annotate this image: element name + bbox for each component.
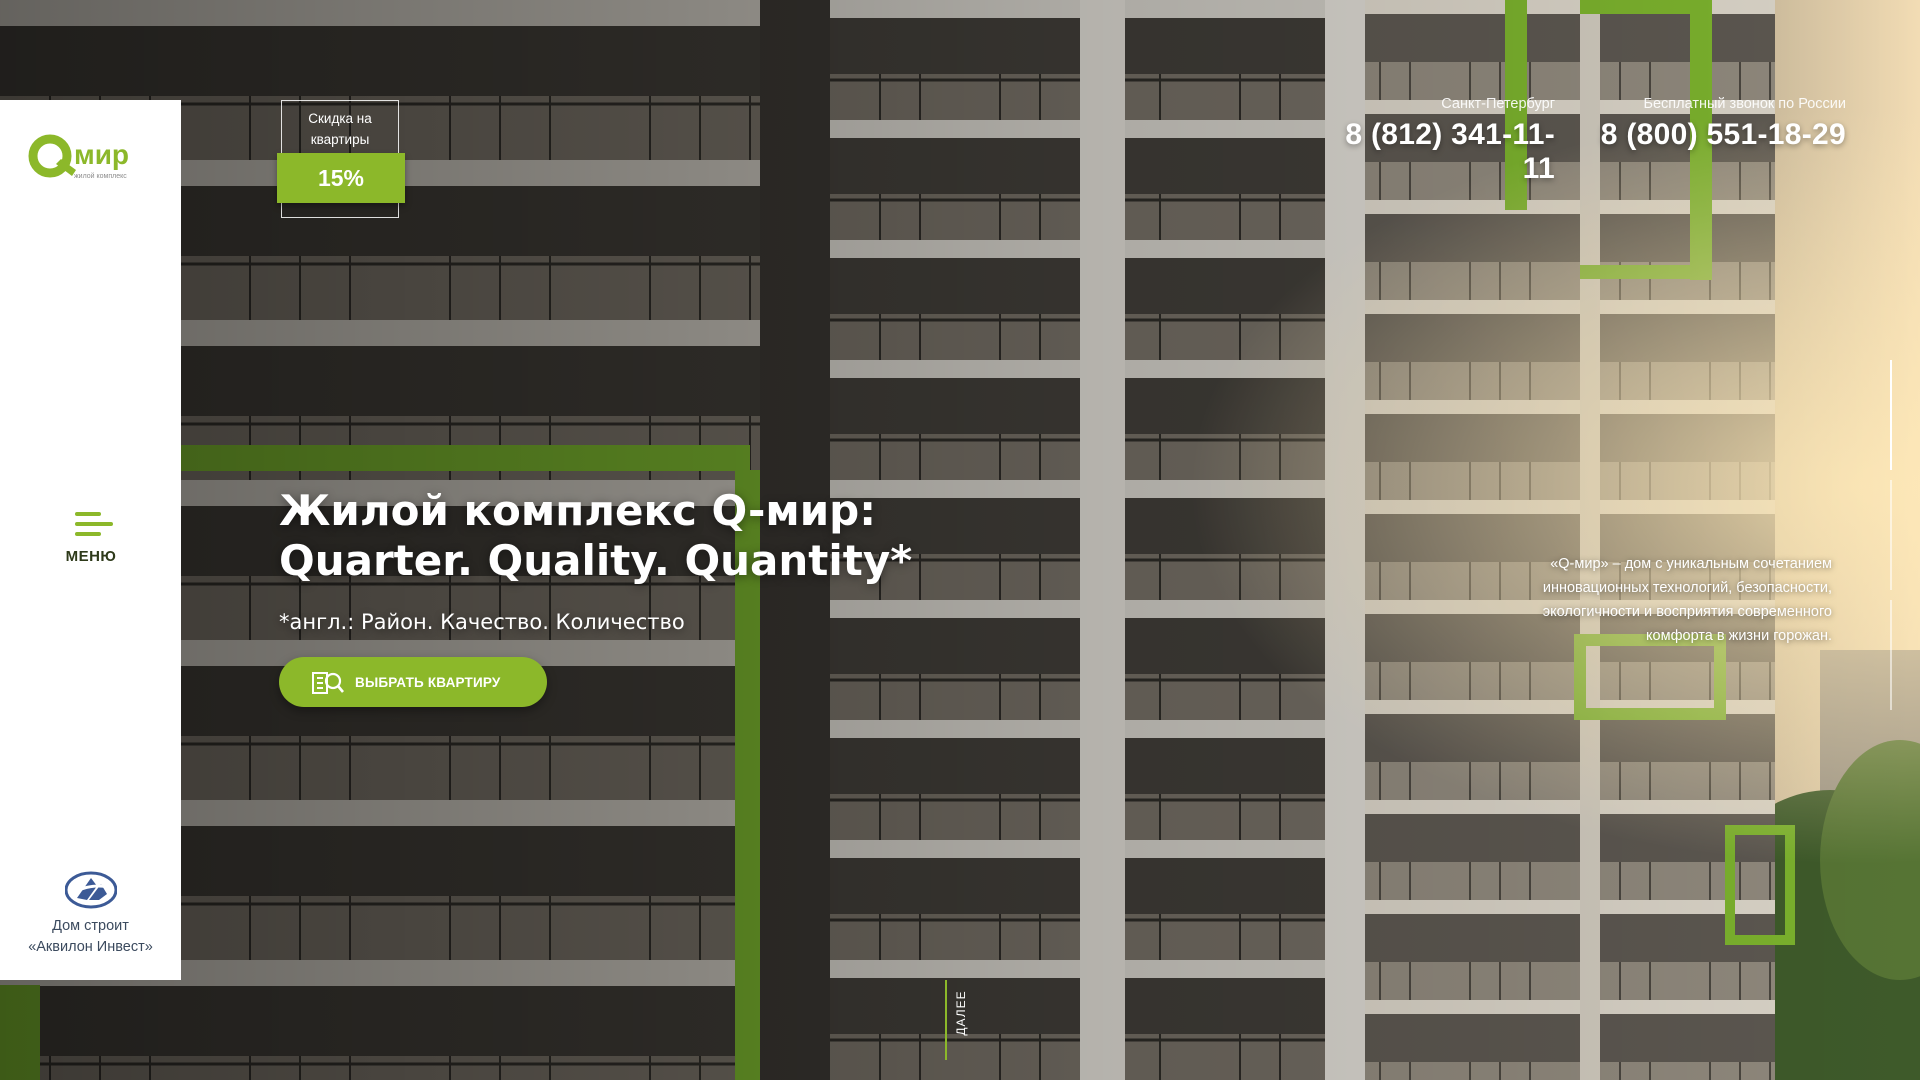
discount-value: 15% [277, 153, 405, 203]
scroll-next[interactable]: ДАЛЕЕ [945, 980, 975, 1080]
title-line-2: Quarter. Quality. Quantity* [279, 536, 913, 585]
builder-text-line2: «Аквилон Инвест» [28, 939, 153, 955]
q-mir-logo-icon: мир жилой комплекс [28, 134, 129, 180]
discount-badge[interactable]: Скидка на квартиры 15% [277, 100, 405, 218]
builder-credit[interactable]: Дом строит «Аквилон Инвест» [0, 870, 181, 958]
description-line-1: «Q-мир» – дом с уникальным сочетанием [1550, 556, 1832, 572]
hamburger-icon [71, 510, 113, 540]
pager-segment-2[interactable] [1890, 480, 1892, 590]
discount-label: Скидка на квартиры [308, 111, 372, 147]
phone-number[interactable]: 8 (812) 341-11-11 [1335, 118, 1555, 186]
pager-segment-1[interactable] [1890, 360, 1892, 470]
phone-number[interactable]: 8 (800) 551-18-29 [1600, 118, 1846, 152]
phone-spb[interactable]: Санкт-Петербург 8 (812) 341-11-11 [1335, 96, 1555, 186]
description-line-2: инновационных технологий, безопасности, [1542, 580, 1832, 596]
choose-apartment-label: ВЫБРАТЬ КВАРТИРУ [355, 674, 501, 690]
menu-button[interactable]: МЕНЮ [48, 510, 134, 580]
phone-city-label: Бесплатный звонок по России [1643, 96, 1846, 112]
title-line-1: Жилой комплекс Q-мир: [279, 486, 877, 535]
akvilon-invest-logo-icon [64, 871, 117, 909]
description-line-4: комфорта в жизни горожан. [1646, 628, 1832, 644]
scroll-next-label: ДАЛЕЕ [954, 990, 968, 1036]
page-title: Жилой комплекс Q-мир: Quarter. Quality. … [279, 486, 979, 586]
choose-apartment-button[interactable]: ВЫБРАТЬ КВАРТИРУ [279, 657, 547, 707]
phone-free-russia[interactable]: Бесплатный звонок по России 8 (800) 551-… [1600, 96, 1846, 152]
builder-text-line1: Дом строит [52, 918, 129, 934]
hero: Жилой комплекс Q-мир: Quarter. Quality. … [279, 486, 979, 707]
slide-pager [1890, 360, 1894, 710]
logo-tagline: жилой комплекс [74, 172, 127, 180]
phone-city-label: Санкт-Петербург [1441, 96, 1555, 112]
page-subtitle: *англ.: Район. Качество. Количество [279, 610, 685, 634]
logo-text: мир [74, 139, 129, 170]
description-line-3: экологичности и восприятия современного [1542, 604, 1832, 620]
building-search-icon [312, 672, 344, 694]
complex-description: «Q-мир» – дом с уникальным сочетанием ин… [1470, 552, 1832, 648]
scroll-next-line [945, 980, 947, 1060]
logo[interactable]: мир жилой комплекс [28, 128, 156, 188]
sidebar: мир жилой комплекс МЕНЮ Дом строит «Акви… [0, 100, 181, 980]
menu-label: МЕНЮ [65, 548, 117, 565]
pager-segment-3[interactable] [1890, 600, 1892, 710]
